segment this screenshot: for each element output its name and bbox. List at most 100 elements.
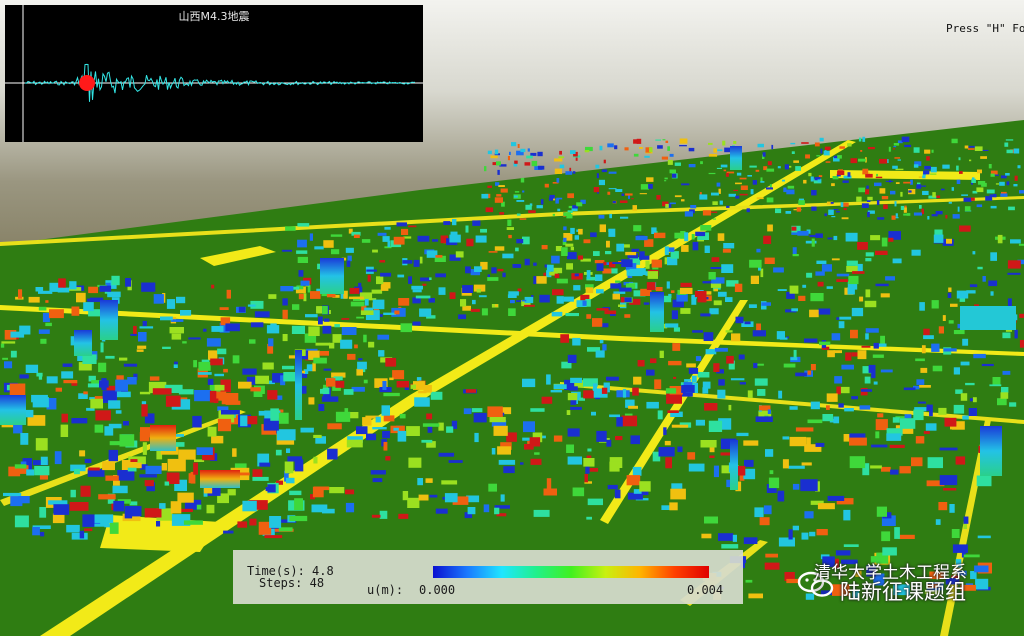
building [2, 357, 9, 360]
building [371, 514, 381, 518]
building [551, 311, 563, 317]
building [697, 372, 710, 378]
building [425, 478, 433, 483]
building [513, 195, 518, 198]
building [927, 457, 943, 469]
building [789, 406, 798, 410]
building [982, 149, 989, 151]
building [88, 286, 98, 294]
building [126, 462, 142, 469]
building [406, 426, 420, 436]
building [587, 448, 592, 452]
building [99, 285, 112, 292]
building [586, 270, 591, 279]
building [40, 338, 47, 344]
building [710, 267, 722, 269]
building [716, 167, 722, 169]
building [822, 414, 834, 422]
building [873, 381, 878, 385]
building [787, 185, 795, 189]
building [36, 372, 43, 377]
building [845, 232, 858, 242]
building [680, 308, 691, 314]
building [289, 490, 302, 496]
building [807, 419, 823, 424]
building [108, 449, 118, 462]
building [821, 264, 832, 272]
building [754, 378, 768, 386]
building [223, 530, 234, 534]
building [784, 164, 789, 170]
building [918, 176, 922, 178]
building [372, 427, 387, 430]
building [378, 350, 385, 357]
building [123, 363, 138, 367]
building [438, 287, 446, 295]
building [719, 200, 723, 205]
building [962, 338, 969, 346]
building [795, 166, 801, 171]
building [754, 507, 764, 518]
building [494, 149, 499, 155]
building [831, 183, 835, 187]
building [633, 376, 642, 385]
building [357, 361, 367, 370]
building [900, 191, 903, 197]
building [626, 269, 630, 276]
building [76, 292, 86, 303]
building [668, 203, 672, 208]
building [662, 139, 666, 141]
building [655, 287, 663, 292]
building [890, 190, 896, 195]
building [664, 177, 668, 180]
building [555, 198, 559, 204]
building [42, 313, 50, 323]
building [891, 215, 896, 220]
building [0, 343, 5, 348]
building [792, 254, 799, 257]
building [968, 408, 977, 416]
building [686, 363, 696, 368]
building [850, 158, 858, 164]
building [956, 165, 959, 171]
building [893, 146, 897, 148]
building [744, 459, 754, 467]
building [598, 214, 605, 219]
building [876, 200, 880, 206]
building [383, 392, 400, 397]
building [923, 170, 930, 175]
building [646, 401, 659, 409]
building [877, 217, 885, 220]
building [438, 452, 455, 457]
building [990, 291, 994, 296]
building [310, 291, 321, 299]
building [709, 308, 719, 315]
building [206, 504, 215, 514]
building [679, 287, 693, 294]
building [679, 145, 687, 147]
building [875, 283, 889, 287]
building [692, 330, 703, 333]
building [783, 187, 787, 193]
building [294, 459, 304, 472]
building [639, 147, 643, 149]
building [710, 211, 718, 213]
building [804, 338, 818, 343]
building [493, 425, 508, 436]
building [965, 382, 975, 386]
building [714, 347, 728, 352]
building [471, 408, 483, 413]
building [476, 288, 481, 293]
building [345, 489, 355, 495]
building [667, 146, 670, 151]
building [614, 489, 621, 499]
building [572, 487, 585, 497]
building [692, 241, 699, 251]
building [397, 430, 407, 442]
building [840, 202, 844, 208]
building [455, 251, 464, 258]
building [297, 239, 307, 248]
building [865, 328, 879, 333]
building [988, 280, 998, 287]
building [837, 170, 845, 175]
